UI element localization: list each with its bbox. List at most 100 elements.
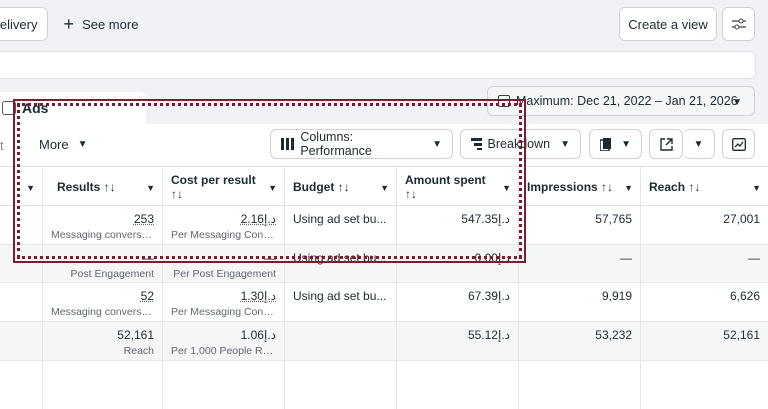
impressions-value: 57,765 [595, 212, 632, 226]
cpr-sub: Per Post Engagement [173, 268, 276, 280]
calendar-icon [498, 95, 510, 107]
columns-button[interactable]: Columns: Performance ▼ [270, 129, 453, 159]
date-range-button[interactable]: Maximum: Dec 21, 2022 – Jan 21, 2026 ▼ [487, 86, 755, 116]
cpr-sub: Per 1,000 People Rea... [171, 345, 276, 357]
results-value[interactable]: 52 [51, 289, 154, 303]
reach-cell: 27,001 [641, 206, 768, 244]
reach-cell: — [641, 245, 768, 282]
table-row[interactable]: — Post Engagement — Per Post Engagement Us… [0, 245, 768, 283]
caret-down-icon: ▼ [560, 138, 570, 150]
columns-label: Columns: Performance [300, 130, 372, 158]
column-header-budget[interactable]: Budget ↑↓ ▼ [285, 166, 397, 206]
reach-value: — [748, 251, 760, 265]
search-filter-bar[interactable] [0, 51, 756, 79]
cpr-value[interactable]: 2.16د.إ [171, 212, 276, 226]
budget-header-label: Budget ↑↓ [293, 180, 350, 194]
table-toolbar: t More ▼ Columns: Performance ▼ Breakdown ▼… [0, 124, 768, 166]
more-button[interactable]: More ▼ [39, 137, 88, 152]
table-row[interactable]: 253 Messaging conversat... 2.16د.إ Per Mes… [0, 206, 768, 245]
empty-cell [397, 361, 519, 409]
column-header-amount-spent[interactable]: Amount spent ↑↓ ▼ [397, 166, 519, 206]
create-view-button[interactable]: Create a view [619, 7, 717, 41]
table-empty-area [0, 361, 768, 409]
results-cell: 253 Messaging conversat... [43, 206, 163, 244]
name-cell [0, 245, 43, 282]
table-row[interactable]: 52 Messaging conversat... 1.30د.إ Per Mess… [0, 283, 768, 322]
caret-down-icon: ▼ [432, 138, 442, 150]
budget-cell: Using ad set bu... [285, 245, 397, 282]
reports-button[interactable]: ▼ [589, 129, 642, 159]
plus-icon: + [63, 13, 75, 34]
create-view-label: Create a view [628, 16, 708, 32]
column-header-name[interactable]: ▼ [0, 166, 43, 206]
budget-cell: Using ad set bu... [285, 283, 397, 321]
breakdown-button[interactable]: Breakdown ▼ [460, 129, 581, 159]
amount-spent-header-label: Amount spent ↑↓ [405, 173, 486, 201]
caret-down-icon: ▼ [624, 183, 633, 193]
column-header-results[interactable]: Results ↑↓ ▼ [43, 166, 163, 206]
caret-down-icon: ▼ [621, 138, 631, 150]
amount-spent-cell: 0.00د.إ [397, 245, 519, 282]
name-cell [0, 283, 43, 321]
filter-settings-button[interactable] [722, 7, 755, 41]
amount-spent-cell: 547.35د.إ [397, 206, 519, 244]
cpr-value[interactable]: 1.30د.إ [171, 289, 276, 303]
cpr-value: 1.06د.إ [240, 328, 276, 342]
empty-cell [285, 361, 397, 409]
results-cell: — Post Engagement [43, 245, 163, 282]
sliders-icon [731, 18, 746, 30]
cost-per-result-cell: 2.16د.إ Per Messaging Conv... [163, 206, 285, 244]
top-toolbar: Delivery + See more Create a view [0, 0, 768, 50]
caret-down-icon: ▼ [752, 183, 761, 193]
reach-value: 52,161 [723, 328, 760, 342]
see-more-button[interactable]: + See more [56, 7, 146, 41]
spent-value: 67.39د.إ [467, 289, 510, 303]
delivery-button[interactable]: Delivery [0, 7, 48, 41]
see-more-label: See more [82, 16, 139, 32]
date-range-label: Maximum: Dec 21, 2022 – Jan 21, 2026 [516, 94, 738, 108]
cost-per-result-cell: 1.06د.إ Per 1,000 People Rea... [163, 322, 285, 360]
columns-icon [281, 138, 294, 150]
impressions-cell: 57,765 [519, 206, 641, 244]
impressions-header-label: Impressions ↑↓ [527, 180, 614, 194]
cost-per-result-header-label: Cost per result ↑↓ [171, 173, 256, 201]
cpr-value: — [264, 251, 276, 265]
results-cell: 52 Messaging conversat... [43, 283, 163, 321]
column-header-impressions[interactable]: Impressions ↑↓ ▼ [519, 166, 641, 206]
cost-per-result-cell: 1.30د.إ Per Messaging Conv... [163, 283, 285, 321]
reach-value: 27,001 [723, 212, 760, 226]
export-dropdown-button[interactable]: ▼ [683, 129, 715, 159]
results-value[interactable]: 253 [51, 212, 154, 226]
ads-tab-label: Ads [22, 100, 49, 116]
reach-header-label: Reach ↑↓ [649, 180, 701, 194]
caret-down-icon: ▼ [693, 138, 704, 150]
spent-value: 0.00د.إ [474, 251, 510, 265]
caret-down-icon: ▼ [502, 183, 511, 193]
breakdown-icon [471, 138, 482, 150]
impressions-value: 53,232 [595, 328, 632, 342]
caret-down-icon: ▼ [380, 183, 389, 193]
caret-down-icon: ▼ [26, 183, 35, 193]
ads-table-panel: t More ▼ Columns: Performance ▼ Breakdown ▼… [0, 124, 768, 409]
amount-spent-cell: 67.39د.إ [397, 283, 519, 321]
table-row[interactable]: 52,161 Reach 1.06د.إ Per 1,000 People Rea.… [0, 322, 768, 361]
caret-down-icon: ▼ [146, 183, 155, 193]
column-header-reach[interactable]: Reach ↑↓ ▼ [641, 166, 768, 206]
spent-value: 55.12د.إ [467, 328, 510, 342]
cpr-sub: Per Messaging Conv... [171, 229, 276, 241]
impressions-value: 9,919 [601, 289, 632, 303]
budget-cell: Using ad set bu... [285, 206, 397, 244]
caret-down-icon: ▼ [77, 139, 88, 150]
delivery-label: Delivery [0, 16, 38, 32]
amount-spent-cell: 55.12د.إ [397, 322, 519, 360]
impressions-cell: — [519, 245, 641, 282]
edit-label[interactable]: t [0, 138, 4, 153]
impressions-cell: 9,919 [519, 283, 641, 321]
budget-value: Using ad set bu... [293, 212, 387, 226]
column-header-cost-per-result[interactable]: Cost per result ↑↓ ▼ [163, 166, 285, 206]
empty-cell [163, 361, 285, 409]
export-button[interactable] [649, 129, 683, 159]
tab-ads[interactable]: Ads [0, 92, 146, 124]
chart-button[interactable] [722, 129, 755, 159]
impressions-value: — [620, 251, 632, 265]
